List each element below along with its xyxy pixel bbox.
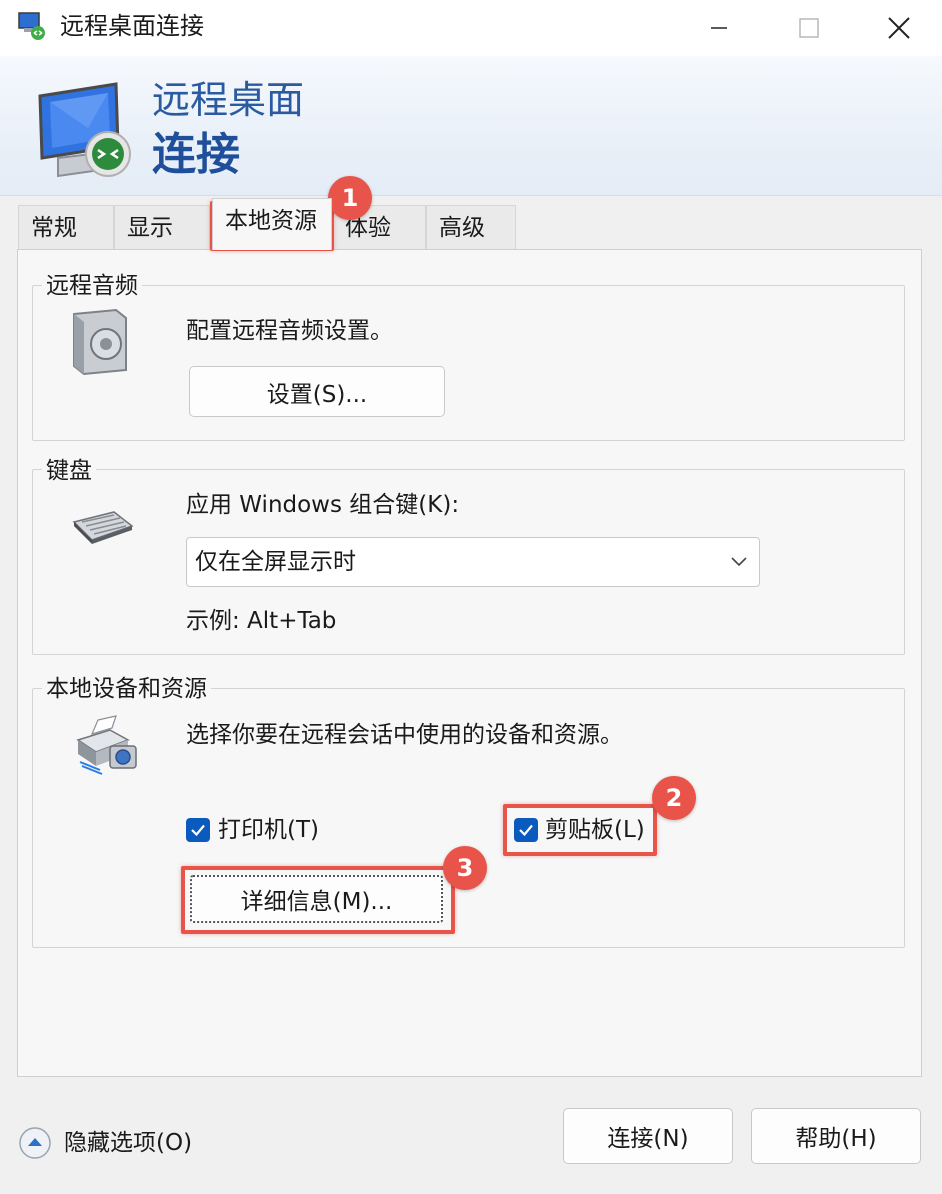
tab-general[interactable]: 常规: [18, 205, 114, 249]
close-icon: [888, 17, 910, 39]
banner-title-line2: 连接: [152, 129, 240, 180]
remote-audio-description: 配置远程音频设置。: [186, 318, 393, 344]
remote-audio-group: [32, 285, 905, 441]
speaker-icon: [73, 308, 127, 376]
remote-audio-group-label: 远程音频: [42, 271, 142, 301]
annotation-box-clipboard: [503, 804, 657, 856]
window-title: 远程桌面连接: [60, 12, 204, 40]
annotation-badge-1: 1: [328, 176, 372, 220]
tab-display[interactable]: 显示: [114, 205, 210, 249]
checkmark-icon: [191, 824, 205, 837]
collapse-options-icon[interactable]: [18, 1126, 52, 1160]
windows-keys-combobox[interactable]: 仅在全屏显示时: [186, 537, 760, 587]
title-bar: 远程桌面连接: [0, 0, 942, 56]
combobox-selected-value: 仅在全屏显示时: [195, 549, 356, 575]
close-button[interactable]: [858, 0, 940, 56]
tab-local-resources[interactable]: 本地资源: [212, 198, 332, 250]
local-devices-group-label: 本地设备和资源: [42, 674, 211, 704]
help-button[interactable]: 帮助(H): [751, 1108, 921, 1164]
remote-desktop-app-icon: [18, 12, 45, 40]
devices-icon: [76, 715, 137, 775]
annotation-box-more-details: [181, 866, 455, 934]
connect-button[interactable]: 连接(N): [563, 1108, 733, 1164]
keyboard-group-label: 键盘: [42, 456, 96, 486]
maximize-button[interactable]: [768, 0, 850, 56]
tab-advanced[interactable]: 高级: [426, 205, 516, 249]
keyboard-example-text: 示例: Alt+Tab: [186, 608, 337, 634]
keyboard-icon: [72, 511, 134, 544]
printer-checkbox[interactable]: [186, 818, 210, 842]
minimize-button[interactable]: [678, 0, 760, 56]
banner-title-line1: 远程桌面: [152, 78, 305, 122]
apply-windows-keys-label: 应用 Windows 组合键(K):: [186, 492, 460, 518]
audio-settings-button[interactable]: 设置(S)...: [189, 366, 445, 417]
header-banner: 远程桌面 连接: [0, 56, 942, 196]
maximize-icon: [799, 18, 819, 38]
annotation-badge-2: 2: [652, 776, 696, 820]
chevron-down-icon: [731, 557, 747, 567]
hide-options-link[interactable]: 隐藏选项(O): [64, 1128, 192, 1158]
monitor-connection-icon: [38, 82, 131, 178]
annotation-badge-3: 3: [443, 846, 487, 890]
printer-label[interactable]: 打印机(T): [218, 815, 319, 845]
minimize-icon: [711, 27, 727, 29]
local-devices-description: 选择你要在远程会话中使用的设备和资源。: [186, 722, 623, 748]
